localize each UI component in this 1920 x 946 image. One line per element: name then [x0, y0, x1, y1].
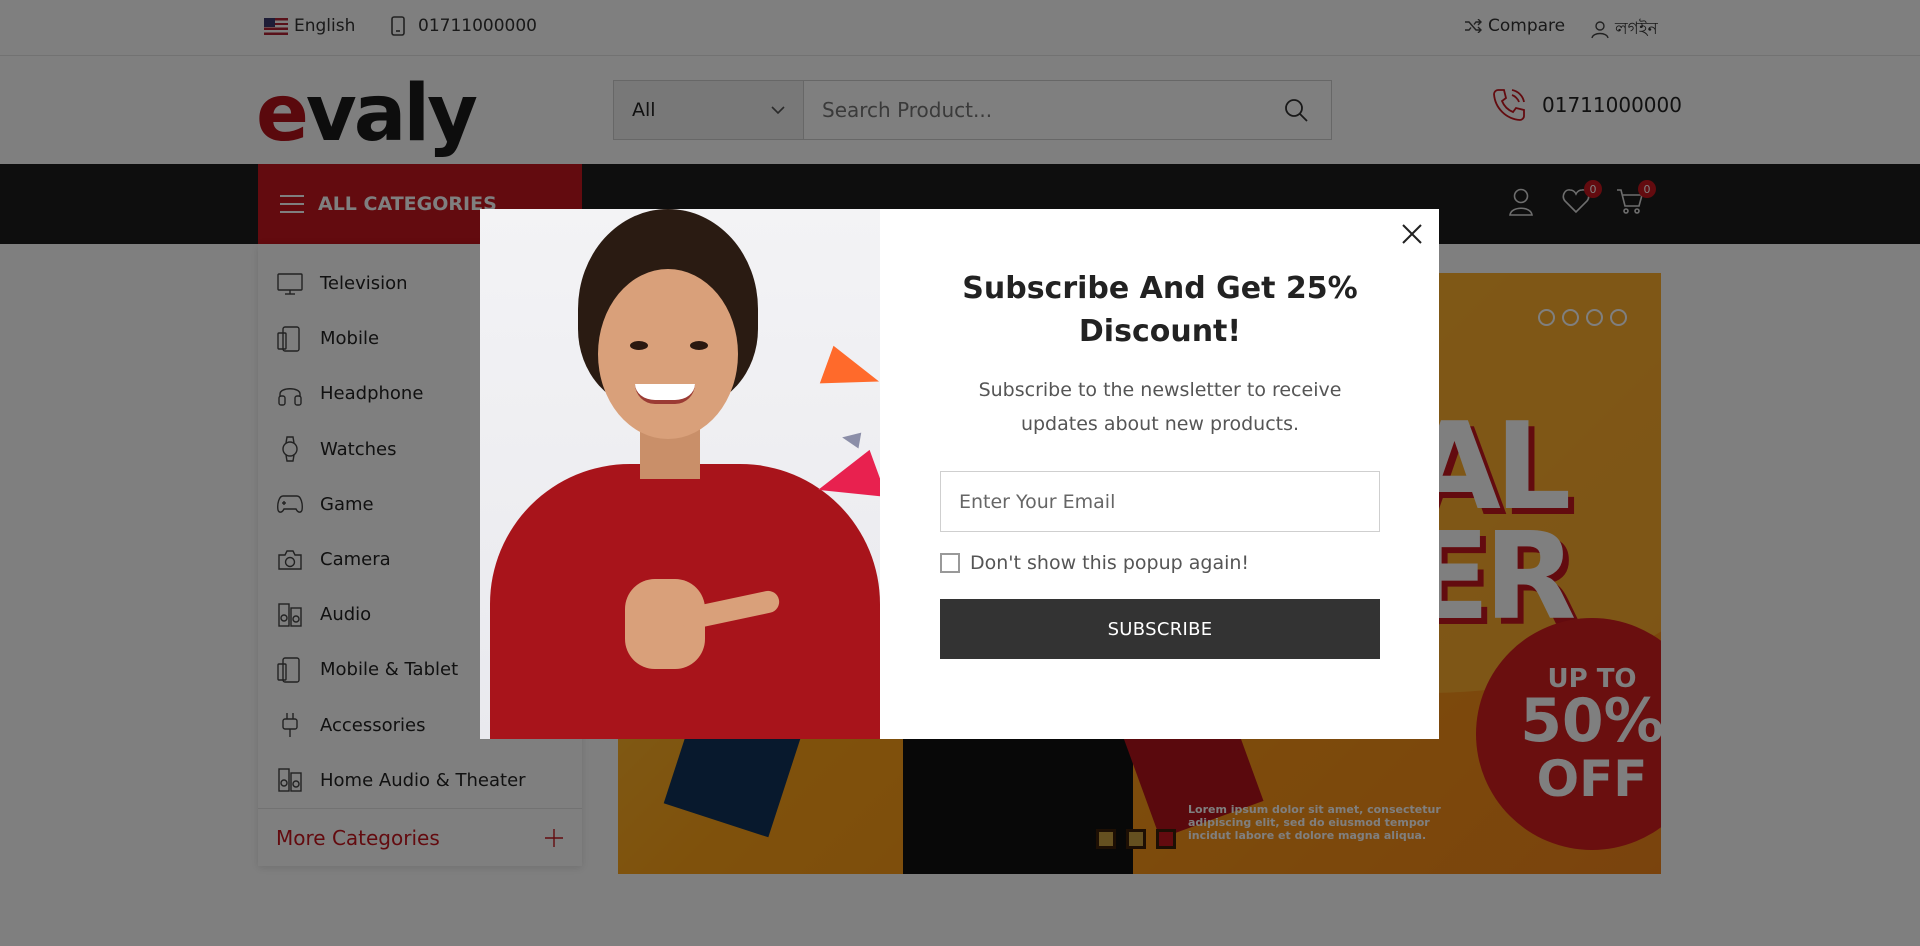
popup-title: Subscribe And Get 25% Discount! [962, 271, 1358, 349]
popup-model-image [480, 209, 880, 739]
dont-show-checkbox[interactable]: Don't show this popup again! [940, 552, 1249, 574]
checkbox-box[interactable] [940, 553, 960, 573]
subscribe-popup: Subscribe And Get 25% Discount! Subscrib… [480, 209, 1439, 739]
close-icon [1402, 224, 1422, 244]
email-field[interactable] [940, 471, 1380, 532]
dont-show-label: Don't show this popup again! [970, 552, 1250, 574]
paper-plane-decoration [840, 429, 862, 449]
close-button[interactable] [1397, 219, 1427, 249]
popup-content: Subscribe And Get 25% Discount! Subscrib… [880, 209, 1439, 739]
popup-description: Subscribe to the newsletter to receive u… [978, 379, 1342, 435]
subscribe-button[interactable]: SUBSCRIBE [940, 599, 1380, 659]
paper-plane-decoration [819, 345, 880, 403]
